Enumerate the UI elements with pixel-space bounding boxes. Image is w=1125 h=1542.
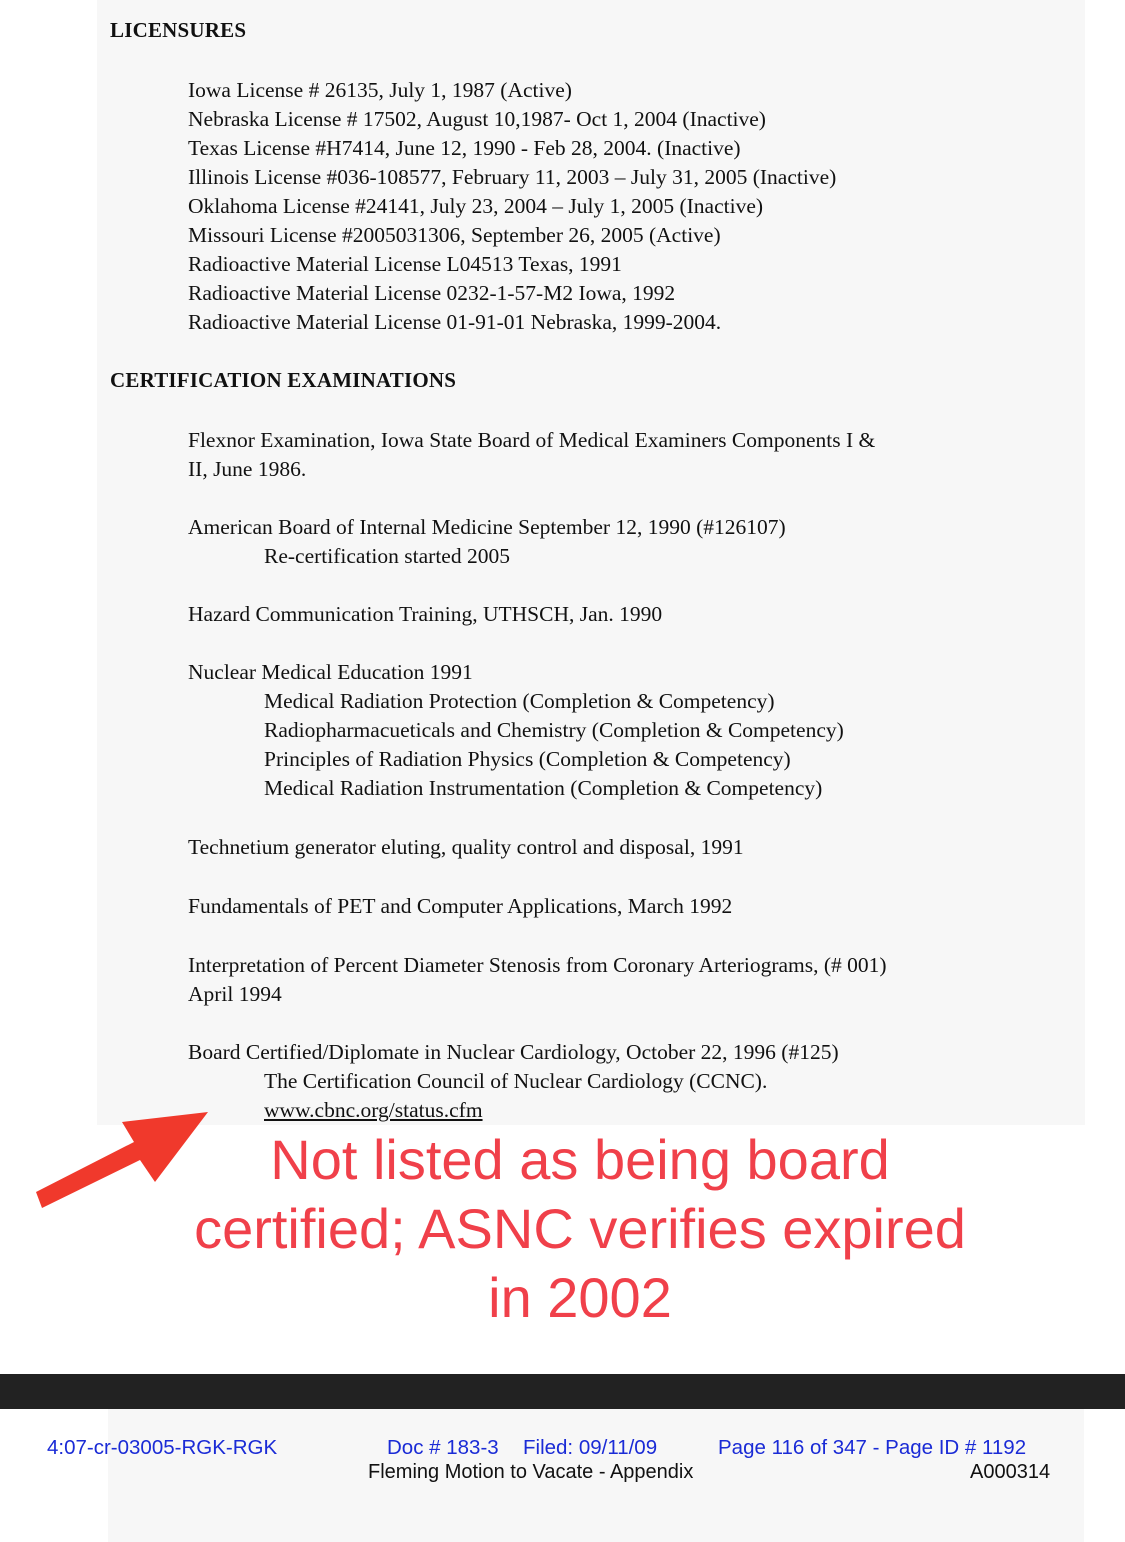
list-item: Oklahoma License #24141, July 23, 2004 –… bbox=[188, 194, 764, 218]
pet-line: Fundamentals of PET and Computer Applica… bbox=[188, 894, 733, 918]
list-item: Texas License #H7414, June 12, 1990 - Fe… bbox=[188, 136, 741, 160]
annotation-line: Not listed as being board bbox=[270, 1128, 890, 1191]
list-item: Iowa License # 26135, July 1, 1987 (Acti… bbox=[188, 78, 572, 102]
list-item: Radioactive Material License 0232-1-57-M… bbox=[188, 281, 676, 305]
flexnor-line-1: Flexnor Examination, Iowa State Board of… bbox=[188, 428, 876, 452]
list-item: Radioactive Material License 01-91-01 Ne… bbox=[188, 310, 722, 334]
flexnor-line-2: II, June 1986. bbox=[188, 457, 307, 481]
nuclear-sub-item: Principles of Radiation Physics (Complet… bbox=[264, 747, 791, 771]
doc-number: Doc # 183-3 bbox=[387, 1436, 499, 1459]
filed-date: Filed: 09/11/09 bbox=[523, 1436, 658, 1459]
nuclear-sub-item: Medical Radiation Instrumentation (Compl… bbox=[264, 776, 823, 800]
board-link[interactable]: www.cbnc.org/status.cfm bbox=[264, 1096, 483, 1124]
technetium-line: Technetium generator eluting, quality co… bbox=[188, 835, 744, 859]
case-number: 4:07-cr-03005-RGK-RGK bbox=[47, 1436, 278, 1459]
list-item: Illinois License #036-108577, February 1… bbox=[188, 165, 837, 189]
interpretation-line-2: April 1994 bbox=[188, 982, 282, 1006]
hazard-line: Hazard Communication Training, UTHSCH, J… bbox=[188, 602, 663, 626]
list-item: Nebraska License # 17502, August 10,1987… bbox=[188, 107, 766, 131]
certifications-heading: CERTIFICATION EXAMINATIONS bbox=[110, 368, 457, 392]
bates-number: A000314 bbox=[970, 1461, 1051, 1483]
annotation-text: Not listed as being board certified; ASN… bbox=[130, 1125, 1030, 1332]
list-item: Radioactive Material License L04513 Texa… bbox=[188, 252, 622, 276]
nuclear-sub-item: Radiopharmacueticals and Chemistry (Comp… bbox=[264, 718, 844, 742]
page-info: Page 116 of 347 - Page ID # 1192 bbox=[718, 1436, 1027, 1459]
licensures-heading: LICENSURES bbox=[110, 18, 247, 42]
annotation-line: certified; ASNC verifies expired bbox=[194, 1197, 966, 1260]
annotation-line: in 2002 bbox=[488, 1266, 672, 1329]
nuclear-line: Nuclear Medical Education 1991 bbox=[188, 660, 473, 684]
list-item: Missouri License #2005031306, September … bbox=[188, 223, 721, 247]
board-council: The Certification Council of Nuclear Car… bbox=[264, 1069, 768, 1093]
abim-line: American Board of Internal Medicine Sept… bbox=[188, 515, 786, 539]
abim-recert: Re-certification started 2005 bbox=[264, 544, 510, 568]
board-line: Board Certified/Diplomate in Nuclear Car… bbox=[188, 1040, 839, 1064]
footer-title: Fleming Motion to Vacate - Appendix bbox=[368, 1461, 694, 1483]
interpretation-line-1: Interpretation of Percent Diameter Steno… bbox=[188, 953, 887, 977]
separator-band bbox=[0, 1374, 1125, 1409]
nuclear-sub-item: Medical Radiation Protection (Completion… bbox=[264, 689, 775, 713]
